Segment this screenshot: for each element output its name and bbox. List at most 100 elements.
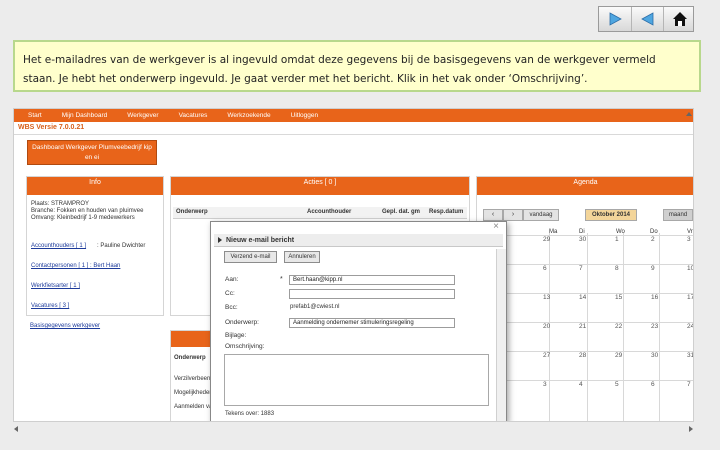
play-forward-icon[interactable] xyxy=(599,7,631,31)
onderwerp-column-header[interactable]: Onderwerp xyxy=(174,355,206,361)
dialog-scrollbar[interactable] xyxy=(496,249,506,421)
month-selector[interactable]: Oktober 2014 xyxy=(585,209,637,221)
info-line: Plaats: STRAMPROY xyxy=(31,201,90,207)
column-accounthouder[interactable]: Accounthouder xyxy=(307,209,351,215)
info-details: Plaats: STRAMPROY Branche: Fokken en hou… xyxy=(31,201,161,222)
close-icon[interactable]: × xyxy=(492,222,500,232)
calendar-day[interactable]: 3 xyxy=(543,381,547,388)
calendar-day[interactable]: 31 xyxy=(687,352,693,359)
instruction-text: Het e-mailadres van de werkgever is al i… xyxy=(13,40,701,92)
calendar-day[interactable]: 23 xyxy=(651,323,658,330)
divider xyxy=(14,134,693,135)
calendar-day[interactable]: 7 xyxy=(687,381,691,388)
dashboard-button[interactable]: Dashboard Werkgever Plumveebedrijf kip e… xyxy=(27,140,157,165)
description-textarea[interactable] xyxy=(224,354,489,406)
calendar-day[interactable]: 1 xyxy=(615,236,619,243)
calendar-day[interactable]: 27 xyxy=(543,352,550,359)
play-back-icon[interactable] xyxy=(631,7,663,31)
description-label: Omschrijving: xyxy=(225,343,265,350)
dialog-title-bar: Nieuw e-mail bericht xyxy=(214,234,503,247)
werkf-link[interactable]: Werkfietsarter [ 1 ] xyxy=(31,283,80,289)
calendar-prev-button[interactable]: ‹ xyxy=(483,209,503,221)
calendar-day[interactable]: 24 xyxy=(687,323,693,330)
calendar-day[interactable]: 16 xyxy=(651,294,658,301)
calendar-day[interactable]: 10 xyxy=(687,265,693,272)
calendar-next-button[interactable]: › xyxy=(503,209,523,221)
today-button[interactable]: vandaag xyxy=(523,209,559,221)
calendar-week: 20 21 22 23 24 xyxy=(497,322,693,342)
menu-dashboard[interactable]: Mijn Dashboard xyxy=(62,112,108,119)
menu-vacatures[interactable]: Vacatures xyxy=(179,112,208,119)
scroll-left-icon[interactable] xyxy=(14,426,18,432)
list-item[interactable]: Mogelijkheden xyxy=(174,390,213,396)
menu-werkzoekende[interactable]: Werkzoekende xyxy=(227,112,270,119)
calendar-day[interactable]: 20 xyxy=(543,323,550,330)
calendar-week: 13 14 15 16 17 xyxy=(497,293,693,313)
subject-input[interactable]: Aanmelding ondernemer stimuleringsregeli… xyxy=(289,318,455,328)
calendar-day[interactable]: 2 xyxy=(651,236,655,243)
new-email-dialog: × Nieuw e-mail bericht Verzend e-mail An… xyxy=(210,221,507,421)
info-line: Branche: Fokken en houden van pluimvee xyxy=(31,208,144,214)
calendar-day[interactable]: 15 xyxy=(615,294,622,301)
navigation-bar xyxy=(598,6,694,32)
menu-uitloggen[interactable]: Uitloggen xyxy=(291,112,318,119)
menu-start[interactable]: Start xyxy=(28,112,42,119)
calendar-day[interactable]: 30 xyxy=(579,236,586,243)
calendar-day[interactable]: 5 xyxy=(615,381,619,388)
calendar-day[interactable]: 30 xyxy=(651,352,658,359)
menu-werkgever[interactable]: Werkgever xyxy=(127,112,158,119)
required-marker: * xyxy=(280,276,283,283)
calendar-day[interactable]: 9 xyxy=(651,265,655,272)
calendar-day[interactable]: 21 xyxy=(579,323,586,330)
vacatures-link[interactable]: Vacatures [ 3 ] xyxy=(31,303,69,309)
calendar-day[interactable]: 13 xyxy=(543,294,550,301)
accounthouders-link[interactable]: Accounthouders [ 1 ] xyxy=(31,243,86,249)
attachment-label: Bijlage: xyxy=(225,332,247,339)
calendar-week: 27 28 29 30 31 xyxy=(497,351,693,371)
character-count: Tekens over: 1883 xyxy=(225,411,275,417)
bcc-label: Bcc: xyxy=(225,304,238,311)
home-icon[interactable] xyxy=(663,7,695,31)
calendar-day[interactable]: 7 xyxy=(579,265,583,272)
column-resp-datum[interactable]: Resp.datum xyxy=(429,209,463,215)
calendar-day[interactable]: 3 xyxy=(687,236,691,243)
cc-input[interactable] xyxy=(289,289,455,299)
to-input[interactable]: Bert.haan@kipp.nl xyxy=(289,275,455,285)
calendar-day[interactable]: 17 xyxy=(687,294,693,301)
calendar-week: 3 4 5 6 7 xyxy=(497,380,693,400)
info-panel: Info Plaats: STRAMPROY Branche: Fokken e… xyxy=(26,176,164,316)
calendar-day[interactable]: 29 xyxy=(615,352,622,359)
acties-column-headers: Onderwerp Accounthouder Gepl. dat. gm Re… xyxy=(173,207,467,219)
calendar-week: 29 30 1 2 3 xyxy=(497,235,693,255)
info-line: Omvang: Kleinbedrijf 1-9 medewerkers xyxy=(31,215,135,221)
menu-bar: Start Mijn Dashboard Werkgever Vacatures… xyxy=(14,109,693,122)
list-item[interactable]: Verzilverbeen xyxy=(174,376,210,382)
accounthouder-name: : Pauline Dwichter xyxy=(97,243,146,249)
send-email-button[interactable]: Verzend e-mail xyxy=(224,251,277,263)
agenda-toolbar: ‹ › vandaag Oktober 2014 maand xyxy=(479,207,693,223)
collapse-arrow-icon[interactable] xyxy=(218,237,222,243)
scroll-right-icon[interactable] xyxy=(689,426,693,432)
dialog-title: Nieuw e-mail bericht xyxy=(226,237,295,244)
agenda-panel: Agenda ‹ › vandaag Oktober 2014 maand Ma… xyxy=(476,176,693,421)
version-label: WBS Versie 7.0.0.21 xyxy=(18,124,85,131)
agenda-panel-title: Agenda xyxy=(477,177,693,195)
cc-label: Cc: xyxy=(225,290,235,297)
contactpersonen-link[interactable]: Contactpersonen [ 1 ] : Bert Haan xyxy=(31,263,120,269)
calendar-day[interactable]: 6 xyxy=(543,265,547,272)
cancel-button[interactable]: Annuleren xyxy=(284,251,320,263)
scroll-up-icon[interactable] xyxy=(686,112,692,116)
calendar-day[interactable]: 8 xyxy=(615,265,619,272)
calendar-day[interactable]: 22 xyxy=(615,323,622,330)
calendar-day[interactable]: 14 xyxy=(579,294,586,301)
column-onderwerp[interactable]: Onderwerp xyxy=(176,209,208,215)
calendar-day[interactable]: 29 xyxy=(543,236,550,243)
column-gepl-datum[interactable]: Gepl. dat. gm xyxy=(382,209,420,215)
month-view-button[interactable]: maand xyxy=(663,209,693,221)
calendar-day[interactable]: 4 xyxy=(579,381,583,388)
basisgegevens-link[interactable]: Basisgegevens werkgever xyxy=(30,323,100,329)
acties-panel-title: Acties [ 0 ] xyxy=(171,177,469,195)
calendar-day[interactable]: 28 xyxy=(579,352,586,359)
calendar-day[interactable]: 6 xyxy=(651,381,655,388)
info-panel-title: Info xyxy=(27,177,163,195)
